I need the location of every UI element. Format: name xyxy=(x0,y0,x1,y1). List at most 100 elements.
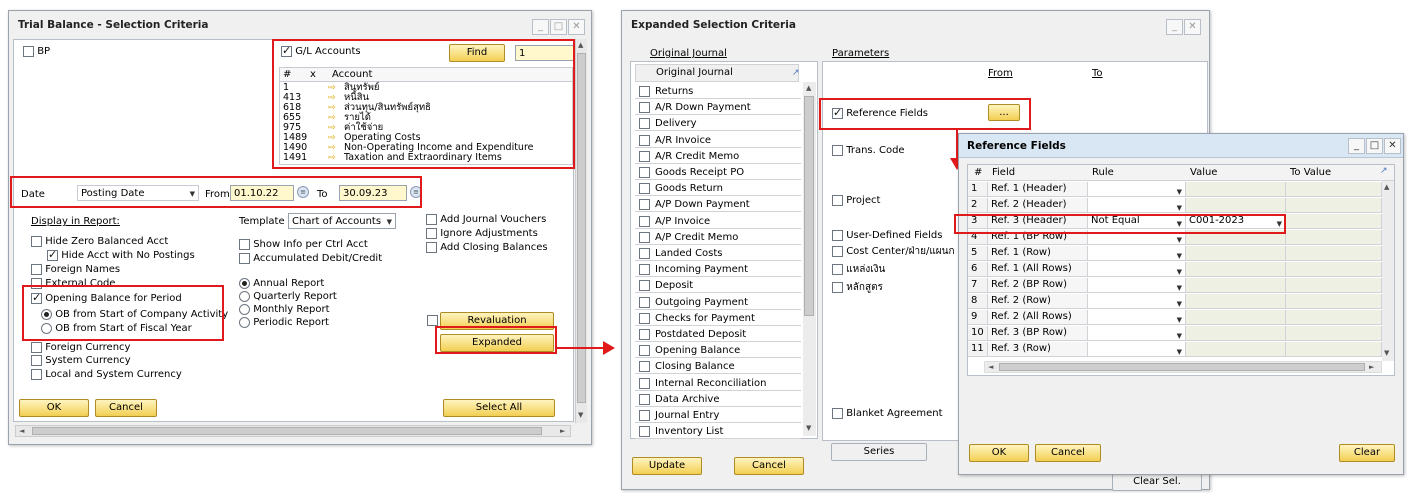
rule-select[interactable]: ▼ xyxy=(1088,310,1186,325)
arrow-link-icon[interactable]: ⇨ xyxy=(328,133,336,143)
accumulated-checkbox[interactable] xyxy=(239,252,250,264)
rule-select[interactable]: ▼ xyxy=(1088,182,1186,197)
to-value-input[interactable] xyxy=(1286,214,1382,229)
value-input[interactable]: C001-2023 ▼ xyxy=(1186,214,1286,229)
to-value-input[interactable] xyxy=(1286,246,1382,261)
scroll-up-icon[interactable]: ▲ xyxy=(806,84,811,92)
table-row[interactable]: 6 Ref. 1 (All Rows) ▼ xyxy=(968,262,1382,278)
clear-button[interactable]: Clear xyxy=(1339,444,1395,462)
periodic-option[interactable]: Periodic Report xyxy=(239,316,329,329)
minimize-button[interactable]: _ xyxy=(1348,138,1365,154)
hide-zero-option[interactable]: Hide Zero Balanced Acct xyxy=(31,235,168,248)
rule-select[interactable]: ▼ xyxy=(1088,294,1186,309)
journal-checkbox[interactable] xyxy=(639,86,650,97)
value-input[interactable] xyxy=(1186,294,1286,309)
scroll-up-icon[interactable]: ▲ xyxy=(578,41,583,49)
ok-button[interactable]: OK xyxy=(969,444,1029,462)
trans-code-checkbox[interactable] xyxy=(832,144,843,156)
periodic-radio[interactable] xyxy=(239,316,250,328)
date-type-select[interactable]: Posting Date ▼ xyxy=(77,185,199,201)
expanded-button[interactable]: Expanded xyxy=(440,334,554,352)
rule-select[interactable]: ▼ xyxy=(1088,326,1186,341)
value-input[interactable] xyxy=(1186,182,1286,197)
arrow-link-icon[interactable]: ⇨ xyxy=(328,83,336,93)
to-value-input[interactable] xyxy=(1286,310,1382,325)
accumulated-option[interactable]: Accumulated Debit/Credit xyxy=(239,252,382,265)
journal-checkbox[interactable] xyxy=(639,329,650,340)
table-row[interactable]: 1 ⇨ สินทรัพย์ xyxy=(280,83,572,94)
scroll-left-icon[interactable]: ◄ xyxy=(19,427,24,435)
ob-company-radio[interactable] xyxy=(41,308,52,320)
scroll-down-icon[interactable]: ▼ xyxy=(578,411,583,419)
scrollbar-thumb[interactable] xyxy=(32,427,542,435)
local-system-currency-checkbox[interactable] xyxy=(31,368,42,380)
journal-checkbox[interactable] xyxy=(639,102,650,114)
arrow-link-icon[interactable]: ⇨ xyxy=(328,93,336,103)
journal-checkbox[interactable] xyxy=(639,231,650,243)
find-input[interactable]: 1 xyxy=(515,45,575,61)
value-input[interactable] xyxy=(1186,326,1286,341)
gl-accounts-option[interactable]: G/L Accounts xyxy=(281,44,361,58)
list-item[interactable]: Delivery xyxy=(635,116,801,132)
cancel-button[interactable]: Cancel xyxy=(1035,444,1101,462)
external-code-option[interactable]: External Code xyxy=(31,277,115,290)
udf-checkbox[interactable] xyxy=(832,229,843,241)
ignore-adj-checkbox[interactable] xyxy=(426,227,437,239)
list-item[interactable]: Landed Costs xyxy=(635,246,801,261)
udf-option[interactable]: User-Defined Fields xyxy=(832,229,942,242)
journal-checkbox[interactable] xyxy=(639,118,650,130)
table-row[interactable]: 10 Ref. 3 (BP Row) ▼ xyxy=(968,326,1382,342)
value-input[interactable] xyxy=(1186,278,1286,293)
list-item[interactable]: Outgoing Payment xyxy=(635,295,801,310)
journal-checkbox[interactable] xyxy=(639,410,650,421)
minimize-button[interactable]: _ xyxy=(1166,19,1183,35)
foreign-names-checkbox[interactable] xyxy=(31,263,42,275)
original-journal-tab[interactable]: Original Journal xyxy=(650,47,727,60)
annual-radio[interactable] xyxy=(239,277,250,289)
annual-option[interactable]: Annual Report xyxy=(239,277,324,290)
ok-button[interactable]: OK xyxy=(19,399,89,417)
list-item[interactable]: Internal Reconciliation xyxy=(635,376,801,391)
system-currency-option[interactable]: System Currency xyxy=(31,354,131,367)
table-row[interactable]: 975 ⇨ ค่าใช้จ่าย xyxy=(280,123,572,134)
table-row[interactable]: 4 Ref. 1 (BP Row) ▼ xyxy=(968,230,1382,246)
external-code-checkbox[interactable] xyxy=(31,277,42,289)
value-input[interactable] xyxy=(1186,246,1286,261)
scroll-up-icon[interactable]: ▲ xyxy=(1384,183,1389,191)
add-journal-option[interactable]: Add Journal Vouchers xyxy=(426,213,546,226)
rule-select[interactable]: ▼ xyxy=(1088,230,1186,245)
journal-checkbox[interactable] xyxy=(639,167,650,178)
scrollbar-thumb[interactable] xyxy=(804,96,814,316)
journal-checkbox[interactable] xyxy=(639,248,650,259)
project-checkbox[interactable] xyxy=(832,194,843,206)
table-row[interactable]: 9 Ref. 2 (All Rows) ▼ xyxy=(968,310,1382,326)
list-item[interactable]: A/P Down Payment xyxy=(635,197,801,213)
foreign-currency-option[interactable]: Foreign Currency xyxy=(31,341,130,354)
list-item[interactable]: Data Archive xyxy=(635,392,801,407)
list-item[interactable]: Goods Return xyxy=(635,181,801,197)
value-input[interactable] xyxy=(1186,342,1286,357)
arrow-link-icon[interactable]: ⇨ xyxy=(328,123,336,133)
to-value-input[interactable] xyxy=(1286,198,1382,213)
reference-fields-button[interactable]: ... xyxy=(988,104,1020,121)
list-item[interactable]: A/R Invoice xyxy=(635,133,801,148)
scroll-down-icon[interactable]: ▼ xyxy=(1384,349,1389,357)
close-button[interactable]: ✕ xyxy=(1184,19,1201,35)
quarterly-radio[interactable] xyxy=(239,290,250,302)
project-option[interactable]: Project xyxy=(832,194,880,207)
system-currency-checkbox[interactable] xyxy=(31,354,42,366)
journal-checkbox[interactable] xyxy=(639,361,650,373)
ob-fiscal-radio[interactable] xyxy=(41,322,52,334)
cost-center-option[interactable]: Cost Center/ฝ่าย/แผนก xyxy=(832,245,955,258)
list-item[interactable]: Postdated Deposit xyxy=(635,327,801,342)
list-item[interactable]: Inventory List xyxy=(635,424,801,440)
clear-sel-button[interactable]: Clear Sel. xyxy=(1112,473,1202,491)
list-item[interactable]: Opening Balance xyxy=(635,343,801,359)
table-row[interactable]: 7 Ref. 2 (BP Row) ▼ xyxy=(968,278,1382,294)
table-row[interactable]: 1491 ⇨ Taxation and Extraordinary Items xyxy=(280,153,572,164)
to-value-input[interactable] xyxy=(1286,326,1382,341)
value-input[interactable] xyxy=(1186,310,1286,325)
rule-select[interactable]: ▼ xyxy=(1088,246,1186,261)
journal-checkbox[interactable] xyxy=(639,296,650,308)
list-item[interactable]: Goods Receipt PO xyxy=(635,165,801,180)
